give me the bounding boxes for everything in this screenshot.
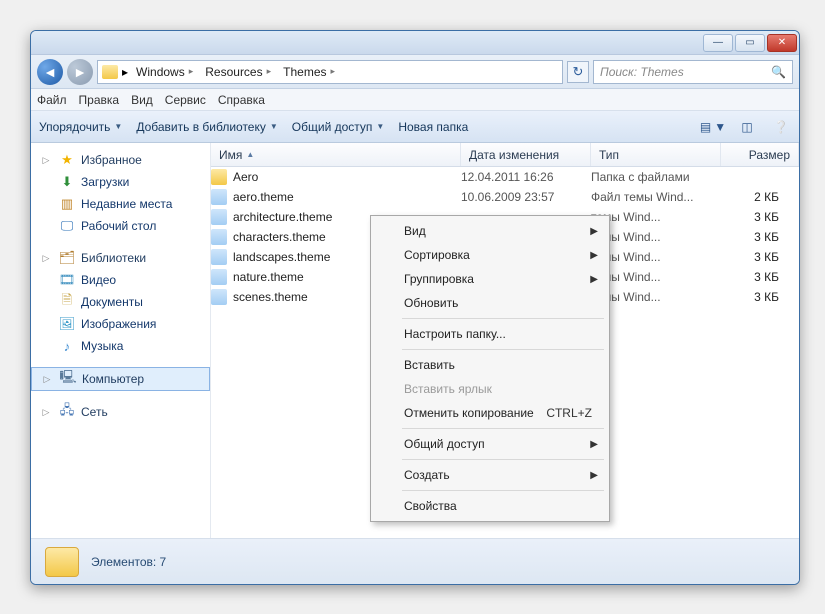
search-input[interactable]: Поиск: Themes 🔍 [593, 60, 793, 84]
theme-icon [211, 209, 227, 225]
maximize-button[interactable]: ▭ [735, 34, 765, 52]
new-folder-button[interactable]: Новая папка [398, 120, 468, 134]
folder-icon [102, 65, 118, 79]
ctx-properties[interactable]: Свойства [374, 494, 606, 518]
theme-icon [211, 289, 227, 305]
folder-icon [45, 547, 79, 577]
col-type[interactable]: Тип [591, 143, 721, 166]
col-date[interactable]: Дата изменения [461, 143, 591, 166]
sidebar-item-documents[interactable]: 🗎Документы [31, 291, 210, 313]
menu-help[interactable]: Справка [218, 93, 265, 107]
ctx-paste[interactable]: Вставить [374, 353, 606, 377]
menu-file[interactable]: Файл [37, 93, 67, 107]
sidebar-item-pictures[interactable]: 🖼Изображения [31, 313, 210, 335]
crumb-windows[interactable]: Windows▸ [132, 65, 197, 79]
preview-pane-button[interactable]: ◫ [737, 117, 757, 137]
chevron-right-icon: ▸ [122, 65, 128, 79]
menu-bar: Файл Правка Вид Сервис Справка [31, 89, 799, 111]
sidebar-network[interactable]: ▷🖧Сеть [31, 401, 210, 423]
close-button[interactable]: ✕ [767, 34, 797, 52]
menu-edit[interactable]: Правка [79, 93, 120, 107]
sidebar-item-desktop[interactable]: 🖵Рабочий стол [31, 215, 210, 237]
back-button[interactable]: ◄ [37, 59, 63, 85]
table-row[interactable]: Aero12.04.2011 16:26Папка с файлами [211, 167, 799, 187]
minimize-button[interactable]: — [703, 34, 733, 52]
sidebar-libraries[interactable]: ▷🗂Библиотеки [31, 247, 210, 269]
view-options-button[interactable]: ▤ ▼ [703, 117, 723, 137]
menu-tools[interactable]: Сервис [165, 93, 206, 107]
titlebar: — ▭ ✕ [31, 31, 799, 55]
sidebar-item-downloads[interactable]: ⬇Загрузки [31, 171, 210, 193]
theme-icon [211, 229, 227, 245]
nav-bar: ◄ ► ▸ Windows▸ Resources▸ Themes▸ ↻ Поис… [31, 55, 799, 89]
address-bar[interactable]: ▸ Windows▸ Resources▸ Themes▸ [97, 60, 563, 84]
context-menu: Вид▶ Сортировка▶ Группировка▶ Обновить Н… [370, 215, 610, 522]
table-row[interactable]: aero.theme10.06.2009 23:57Файл темы Wind… [211, 187, 799, 207]
crumb-resources[interactable]: Resources▸ [201, 65, 275, 79]
ctx-customize[interactable]: Настроить папку... [374, 322, 606, 346]
column-headers: Имя▲ Дата изменения Тип Размер [211, 143, 799, 167]
ctx-refresh[interactable]: Обновить [374, 291, 606, 315]
theme-icon [211, 249, 227, 265]
organize-button[interactable]: Упорядочить ▼ [39, 120, 122, 134]
search-placeholder: Поиск: Themes [600, 65, 684, 79]
ctx-sort[interactable]: Сортировка▶ [374, 243, 606, 267]
ctx-view[interactable]: Вид▶ [374, 219, 606, 243]
ctx-new[interactable]: Создать▶ [374, 463, 606, 487]
nav-pane: ▷★Избранное ⬇Загрузки ▥Недавние места 🖵Р… [31, 143, 211, 538]
sidebar-favorites[interactable]: ▷★Избранное [31, 149, 210, 171]
status-text: Элементов: 7 [91, 555, 166, 569]
theme-icon [211, 269, 227, 285]
share-button[interactable]: Общий доступ ▼ [292, 120, 385, 134]
theme-icon [211, 189, 227, 205]
crumb-themes[interactable]: Themes▸ [279, 65, 339, 79]
ctx-group[interactable]: Группировка▶ [374, 267, 606, 291]
sidebar-item-recent[interactable]: ▥Недавние места [31, 193, 210, 215]
toolbar: Упорядочить ▼ Добавить в библиотеку ▼ Об… [31, 111, 799, 143]
add-to-library-button[interactable]: Добавить в библиотеку ▼ [136, 120, 277, 134]
ctx-share[interactable]: Общий доступ▶ [374, 432, 606, 456]
ctx-paste-shortcut: Вставить ярлык [374, 377, 606, 401]
forward-button[interactable]: ► [67, 59, 93, 85]
sidebar-item-music[interactable]: ♪Музыка [31, 335, 210, 357]
col-size[interactable]: Размер [721, 143, 799, 166]
search-icon: 🔍 [771, 65, 786, 79]
folder-icon [211, 169, 227, 185]
ctx-undo[interactable]: Отменить копированиеCTRL+Z [374, 401, 606, 425]
status-bar: Элементов: 7 [31, 538, 799, 584]
col-name[interactable]: Имя▲ [211, 143, 461, 166]
menu-view[interactable]: Вид [131, 93, 153, 107]
refresh-button[interactable]: ↻ [567, 61, 589, 83]
sidebar-computer[interactable]: ▷🖳Компьютер [31, 367, 210, 391]
help-button[interactable]: ❔ [771, 117, 791, 137]
sidebar-item-videos[interactable]: 🎞Видео [31, 269, 210, 291]
